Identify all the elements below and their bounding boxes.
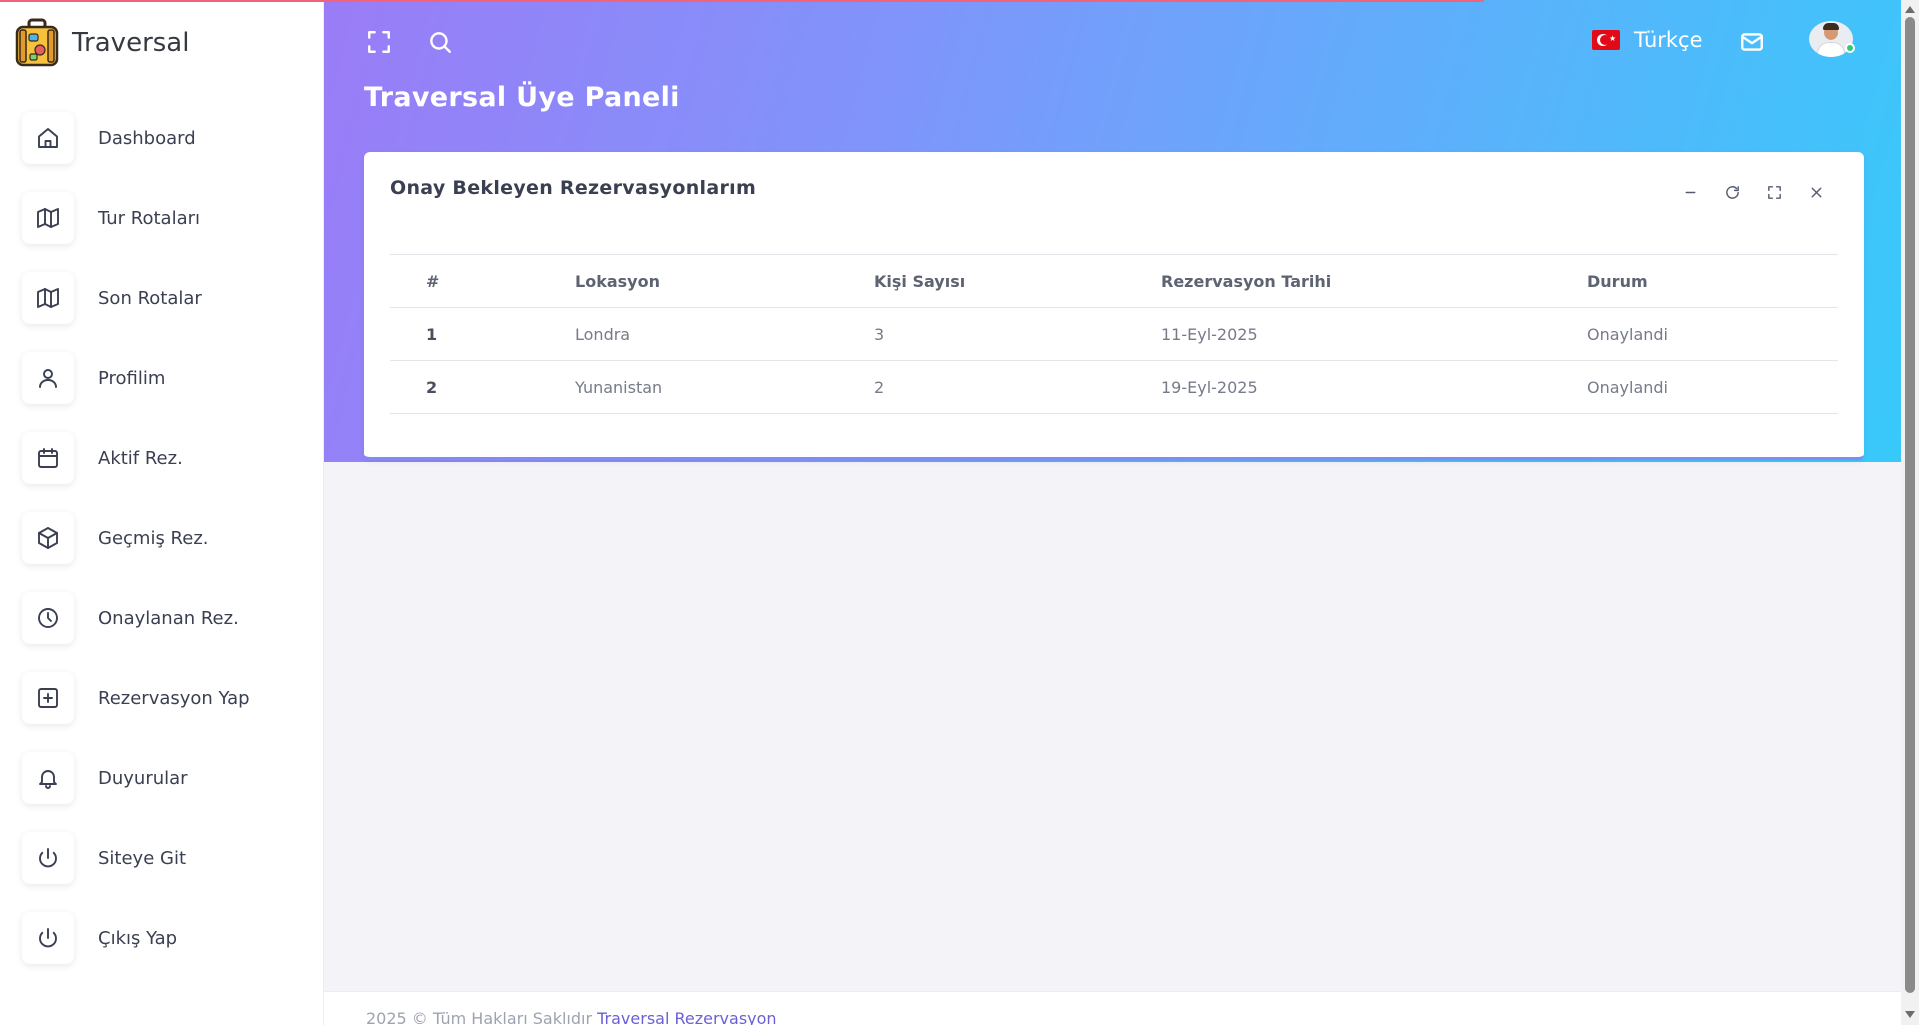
sidebar-item-go-to-site[interactable]: Siteye Git (22, 818, 250, 898)
column-header-number: # (390, 254, 575, 308)
table-row: 1 Londra 3 11-Eyl-2025 Onaylandi (390, 307, 1838, 361)
mail-icon[interactable] (1737, 27, 1767, 57)
power-icon (22, 832, 74, 884)
copyright-text: 2025 © Tüm Hakları Saklıdır (366, 1009, 598, 1025)
close-icon[interactable] (1804, 180, 1828, 204)
refresh-icon[interactable] (1720, 180, 1744, 204)
map-icon (22, 272, 74, 324)
language-label: Türkçe (1634, 28, 1703, 52)
footer: 2025 © Tüm Hakları Saklıdır Traversal Re… (324, 991, 1901, 1025)
sidebar-item-label: Profilim (98, 367, 166, 389)
cell-status: Onaylandi (1587, 307, 1838, 361)
power-icon (22, 912, 74, 964)
map-icon (22, 192, 74, 244)
sidebar-item-label: Geçmiş Rez. (98, 527, 209, 549)
box-icon (22, 512, 74, 564)
table-row: 2 Yunanistan 2 19-Eyl-2025 Onaylandi (390, 360, 1838, 414)
home-icon (22, 112, 74, 164)
sidebar-item-label: Son Rotalar (98, 287, 202, 309)
sidebar-item-past-reservations[interactable]: Geçmiş Rez. (22, 498, 250, 578)
card-tools (1660, 180, 1828, 204)
sidebar-item-approved-reservations[interactable]: Onaylanan Rez. (22, 578, 250, 658)
column-header-reservation-date: Rezervasyon Tarihi (1161, 254, 1587, 308)
search-icon[interactable] (425, 27, 455, 57)
suitcase-icon (15, 18, 59, 67)
page-scrollbar[interactable] (1901, 0, 1919, 1025)
online-status-indicator (1845, 43, 1855, 53)
clock-icon (22, 592, 74, 644)
sidebar-item-announcements[interactable]: Duyurular (22, 738, 250, 818)
sidebar-item-logout[interactable]: Çıkış Yap (22, 898, 250, 978)
sidebar-nav: Dashboard Tur Rotaları Son Rotalar Profi… (22, 98, 250, 978)
user-icon (22, 352, 74, 404)
scroll-down-arrow-icon[interactable] (1905, 1011, 1915, 1018)
column-header-location: Lokasyon (575, 254, 874, 308)
page-load-progress-bar (0, 0, 1484, 2)
cell-status: Onaylandi (1587, 360, 1838, 414)
card-title: Onay Bekleyen Rezervasyonlarım (390, 177, 757, 199)
sidebar-item-active-reservations[interactable]: Aktif Rez. (22, 418, 250, 498)
sidebar-item-label: Aktif Rez. (98, 447, 183, 469)
sidebar-item-label: Dashboard (98, 127, 196, 149)
table-header-row: # Lokasyon Kişi Sayısı Rezervasyon Tarih… (390, 254, 1838, 308)
cell-number: 1 (390, 307, 575, 361)
calendar-icon (22, 432, 74, 484)
scroll-up-arrow-icon[interactable] (1905, 6, 1915, 13)
sidebar-item-recent-routes[interactable]: Son Rotalar (22, 258, 250, 338)
cell-reservation-date: 11-Eyl-2025 (1161, 307, 1587, 361)
turkey-flag-icon: ★ (1592, 30, 1620, 50)
column-header-people-count: Kişi Sayısı (874, 254, 1161, 308)
fullscreen-icon[interactable] (364, 27, 394, 57)
sidebar-item-label: Rezervasyon Yap (98, 687, 250, 709)
cell-reservation-date: 19-Eyl-2025 (1161, 360, 1587, 414)
cell-location: Londra (575, 307, 874, 361)
cell-people-count: 2 (874, 360, 1161, 414)
pending-reservations-card: Onay Bekleyen Rezervasyonlarım # Lokasyo… (364, 152, 1864, 460)
language-selector[interactable]: ★ Türkçe (1592, 28, 1703, 52)
page-title: Traversal Üye Paneli (364, 82, 680, 113)
sidebar-item-profile[interactable]: Profilim (22, 338, 250, 418)
footer-text: 2025 © Tüm Hakları Saklıdır Traversal Re… (366, 1009, 777, 1025)
sidebar-item-label: Onaylanan Rez. (98, 607, 239, 629)
brand[interactable]: Traversal (14, 18, 189, 68)
sidebar-item-label: Tur Rotaları (98, 207, 201, 229)
minimize-icon[interactable] (1678, 180, 1702, 204)
bell-icon (22, 752, 74, 804)
sidebar-item-label: Siteye Git (98, 847, 187, 869)
cell-number: 2 (390, 360, 575, 414)
plus-square-icon (22, 672, 74, 724)
sidebar-item-tour-routes[interactable]: Tur Rotaları (22, 178, 250, 258)
sidebar-item-make-reservation[interactable]: Rezervasyon Yap (22, 658, 250, 738)
footer-link[interactable]: Traversal Rezervasyon (597, 1009, 776, 1025)
scrollbar-thumb[interactable] (1905, 17, 1915, 993)
reservations-table: # Lokasyon Kişi Sayısı Rezervasyon Tarih… (390, 254, 1838, 414)
sidebar-item-label: Duyurular (98, 767, 188, 789)
sidebar-item-dashboard[interactable]: Dashboard (22, 98, 250, 178)
cell-location: Yunanistan (575, 360, 874, 414)
cell-people-count: 3 (874, 307, 1161, 361)
brand-name: Traversal (72, 28, 190, 58)
sidebar-item-label: Çıkış Yap (98, 927, 178, 949)
column-header-status: Durum (1587, 254, 1838, 308)
expand-icon[interactable] (1762, 180, 1786, 204)
sidebar: Traversal Dashboard Tur Rotaları Son Rot… (0, 0, 324, 1025)
